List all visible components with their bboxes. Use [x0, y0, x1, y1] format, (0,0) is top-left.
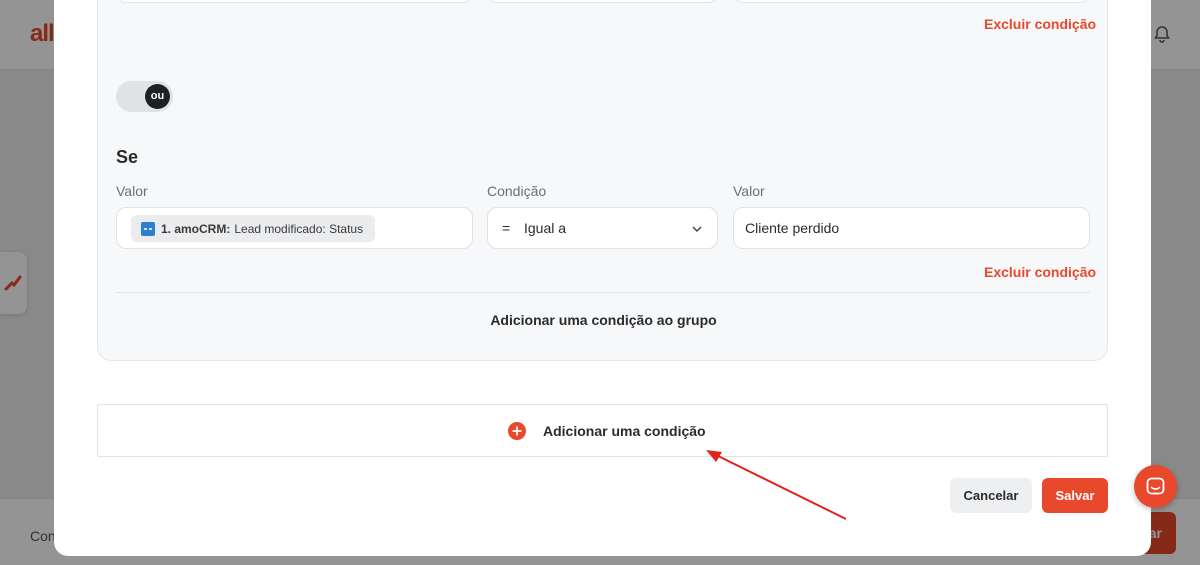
delete-condition-link-1[interactable]: Excluir condição	[984, 16, 1096, 32]
chevron-down-icon	[692, 226, 702, 233]
chip-field-name: Lead modificado: Status	[234, 221, 364, 236]
compare-value-label: Valor	[733, 183, 765, 199]
value-chip[interactable]: 1. amoCRM: Lead modificado: Status	[131, 215, 376, 242]
compare-value-text: Cliente perdido	[745, 220, 840, 236]
chat-icon	[1146, 477, 1165, 495]
value-field[interactable]: 1. amoCRM: Lead modificado: Status	[116, 207, 473, 249]
and-or-toggle[interactable]: ou	[116, 81, 173, 112]
previous-value-field[interactable]	[116, 0, 473, 3]
toggle-knob: ou	[145, 84, 170, 109]
add-condition-to-group-button[interactable]: Adicionar uma condição ao grupo	[98, 312, 1109, 328]
condition-group: Excluir condição ou Se Valor Condição Va…	[97, 0, 1108, 361]
add-condition-label: Adicionar uma condição	[543, 423, 706, 439]
previous-compare-value-field[interactable]	[733, 0, 1090, 3]
save-button[interactable]: Salvar	[1042, 478, 1108, 513]
chip-app-name: 1. amoCRM:	[161, 221, 231, 236]
previous-condition-select[interactable]	[487, 0, 718, 3]
value-label: Valor	[116, 183, 148, 199]
compare-value-input[interactable]: Cliente perdido	[733, 207, 1090, 249]
conditions-modal: Excluir condição ou Se Valor Condição Va…	[54, 0, 1151, 556]
plus-circle-icon	[508, 422, 526, 440]
condition-select[interactable]: = Igual a	[487, 207, 718, 249]
amocrm-icon	[141, 221, 155, 236]
equals-symbol: =	[502, 220, 511, 236]
condition-selected: Igual a	[524, 220, 567, 236]
add-condition-button[interactable]: Adicionar uma condição	[97, 404, 1108, 457]
annotation-arrow	[706, 450, 847, 520]
divider	[116, 292, 1090, 293]
if-title: Se	[116, 147, 139, 167]
cancel-button[interactable]: Cancelar	[950, 478, 1032, 513]
delete-condition-link-2[interactable]: Excluir condição	[984, 264, 1096, 280]
condition-label: Condição	[487, 183, 547, 199]
chat-launcher[interactable]	[1134, 465, 1177, 508]
